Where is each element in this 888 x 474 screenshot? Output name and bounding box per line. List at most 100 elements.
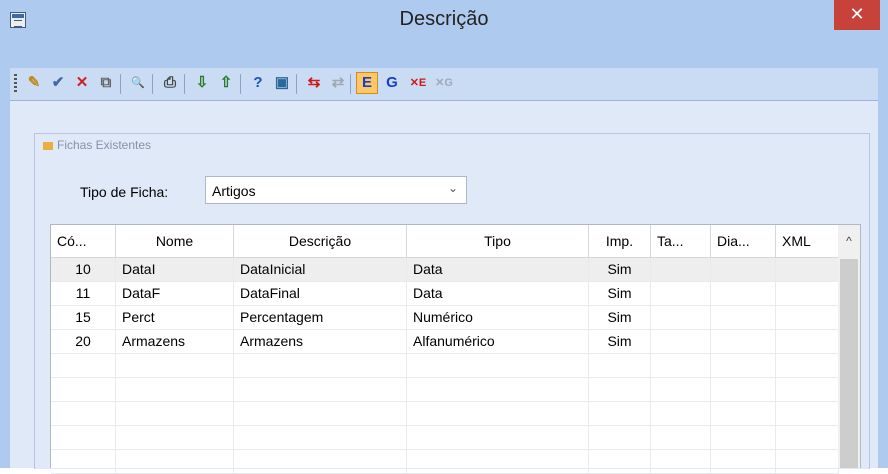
remove-g-icon[interactable]: ✕G — [434, 73, 454, 93]
table-cell — [711, 354, 776, 377]
swap-right-icon[interactable]: ⇄ — [328, 73, 348, 93]
group-title: Fichas Existentes — [43, 138, 151, 152]
column-header[interactable]: Tipo — [407, 225, 589, 257]
table-cell — [776, 306, 839, 329]
table-cell: Numérico — [407, 306, 589, 329]
table-row[interactable] — [51, 378, 839, 402]
table-cell: DataF — [116, 282, 234, 305]
column-header[interactable]: Có... — [51, 225, 116, 257]
table-cell — [651, 354, 711, 377]
table-cell — [51, 450, 116, 473]
table-row[interactable] — [51, 402, 839, 426]
table-cell: Sim — [589, 282, 651, 305]
delete-icon[interactable]: ✕ — [72, 73, 92, 93]
toolbar: ✎ ✔ ✕ ⧉ 🔍 ⎙ ⇩ ⇧? ▣ ⇆ ⇄ E G ✕E ✕G — [10, 68, 878, 101]
help-icon[interactable]: ? — [248, 73, 268, 93]
scroll-thumb[interactable] — [840, 259, 858, 468]
table-row[interactable] — [51, 354, 839, 378]
mode-e-icon[interactable]: E — [356, 72, 378, 94]
toolbar-separator — [296, 74, 297, 94]
table-cell — [711, 402, 776, 425]
table-row[interactable]: 15 Perct Percentagem Numérico Sim — [51, 306, 839, 330]
vertical-scrollbar[interactable]: ^ — [838, 225, 860, 468]
table-cell: Perct — [116, 306, 234, 329]
folder-icon — [43, 141, 53, 150]
table-cell — [589, 378, 651, 401]
table-cell — [234, 354, 407, 377]
table-cell — [776, 330, 839, 353]
swap-left-icon[interactable]: ⇆ — [304, 73, 324, 93]
table-row[interactable]: 10 DataI DataInicial Data Sim — [51, 258, 839, 282]
close-button[interactable]: ✕ — [834, 0, 880, 30]
table-cell — [651, 426, 711, 449]
table-cell — [116, 402, 234, 425]
table-row[interactable] — [51, 426, 839, 450]
table-cell: 15 — [51, 306, 116, 329]
table-cell — [589, 450, 651, 473]
table-cell — [51, 378, 116, 401]
table-cell — [776, 402, 839, 425]
remove-e-icon[interactable]: ✕E — [408, 73, 428, 93]
scroll-up-icon[interactable]: ^ — [838, 225, 860, 257]
table-row[interactable]: 11 DataF DataFinal Data Sim — [51, 282, 839, 306]
column-header[interactable]: Ta... — [651, 225, 711, 257]
table-cell — [776, 282, 839, 305]
window-title: Descrição — [399, 8, 489, 30]
table-cell — [711, 306, 776, 329]
dialog-window: Descrição ✕ ✎ ✔ ✕ ⧉ 🔍 ⎙ ⇩ ⇧? ▣ ⇆ ⇄ E G ✕E ✕G Fichas Ex… — [0, 0, 888, 474]
table-cell — [711, 330, 776, 353]
title-bar: Descrição ✕ — [0, 0, 888, 42]
toolbar-grip[interactable] — [14, 74, 17, 94]
table-cell — [234, 378, 407, 401]
table-cell — [589, 426, 651, 449]
table-cell: Data — [407, 258, 589, 281]
table-cell: 11 — [51, 282, 116, 305]
table-cell — [651, 378, 711, 401]
export-icon[interactable]: ⇧ — [216, 73, 236, 93]
print-icon[interactable]: ⎙ — [160, 73, 180, 93]
table-cell — [651, 282, 711, 305]
tipo-ficha-select[interactable]: Artigos ⌄ — [205, 176, 467, 204]
table-header: Có... Nome Descrição Tipo Imp. Ta... Dia... XML — [51, 225, 839, 258]
edit-icon[interactable]: ✔ — [48, 73, 68, 93]
table-cell — [407, 426, 589, 449]
table-cell — [116, 378, 234, 401]
table-cell — [776, 258, 839, 281]
table-cell — [116, 354, 234, 377]
table-cell — [711, 450, 776, 473]
chevron-down-icon[interactable]: ⌄ — [448, 181, 458, 195]
import-icon[interactable]: ⇩ — [192, 73, 212, 93]
copy-icon[interactable]: ⧉ — [96, 73, 116, 93]
table-cell — [651, 306, 711, 329]
table-cell: DataFinal — [234, 282, 407, 305]
table-cell: Sim — [589, 258, 651, 281]
table-cell — [651, 258, 711, 281]
table-cell — [407, 402, 589, 425]
table-cell — [51, 354, 116, 377]
table-cell — [776, 426, 839, 449]
table-cell — [711, 426, 776, 449]
toolbar-separator — [120, 74, 121, 94]
table-cell — [407, 354, 589, 377]
table-cell — [407, 450, 589, 473]
mode-g-icon[interactable]: G — [382, 73, 402, 93]
column-header[interactable]: Imp. — [589, 225, 651, 257]
column-header[interactable]: Descrição — [234, 225, 407, 257]
table-cell: DataInicial — [234, 258, 407, 281]
toolbar-separator — [152, 74, 153, 94]
column-header[interactable]: Nome — [116, 225, 234, 257]
column-header[interactable]: Dia... — [711, 225, 776, 257]
exit-icon[interactable]: ▣ — [272, 73, 292, 93]
table-cell — [234, 450, 407, 473]
table-row[interactable]: 20 Armazens Armazens Alfanumérico Sim — [51, 330, 839, 354]
table-row[interactable] — [51, 450, 839, 474]
column-header[interactable]: XML — [776, 225, 839, 257]
toolbar-separator — [184, 74, 185, 94]
new-icon[interactable]: ✎ — [24, 73, 44, 93]
table-cell: Sim — [589, 306, 651, 329]
table-cell — [116, 450, 234, 473]
fichas-table[interactable]: Có... Nome Descrição Tipo Imp. Ta... Dia... XML… — [50, 224, 861, 474]
find-icon[interactable]: 🔍 — [128, 73, 148, 93]
table-cell: Sim — [589, 330, 651, 353]
table-cell — [711, 378, 776, 401]
